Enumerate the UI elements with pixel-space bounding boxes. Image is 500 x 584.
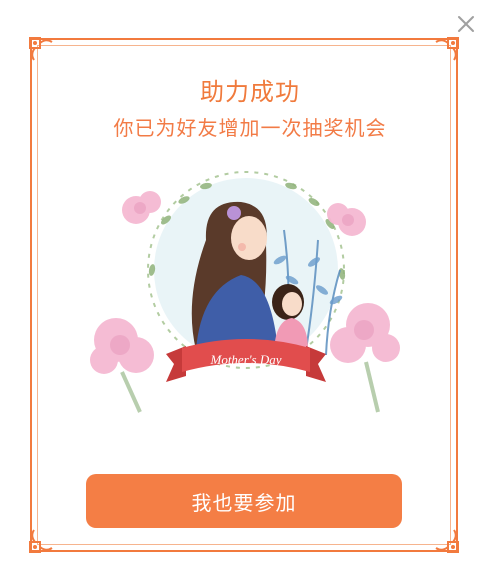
popup-page: 助力成功 你已为好友增加一次抽奖机会 Mother's Day 我也要参加 [0, 0, 500, 584]
dialog-subtitle: 你已为好友增加一次抽奖机会 [113, 116, 387, 140]
ornament-corner-icon [435, 37, 459, 61]
mothers-day-illustration: Mother's Day [90, 171, 400, 413]
join-button[interactable]: 我也要参加 [86, 474, 402, 528]
ornament-corner-icon [29, 37, 53, 61]
dialog-title: 助力成功 [200, 78, 300, 106]
ornament-corner-icon [435, 529, 459, 553]
ornament-corner-icon [29, 529, 53, 553]
banner-text: Mother's Day [209, 352, 281, 367]
